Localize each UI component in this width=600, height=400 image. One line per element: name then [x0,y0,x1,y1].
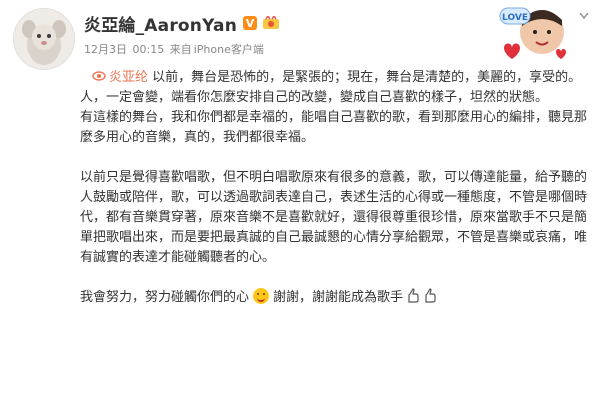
paragraph-5-part-a: 我會努力，努力碰觸你們的心 [80,290,250,305]
thumbs-up-icon [408,288,419,303]
paragraph-3: 有這樣的舞台，我和你們都是幸福的，能唱自己喜歡的歌，看到那麼用心的編排，聽見那麼… [80,110,588,145]
avatar[interactable] [13,8,75,70]
post-time: 00:15 [132,43,165,56]
chevron-down-icon[interactable] [579,12,589,20]
thumbs-up-icon-2 [425,288,436,303]
paragraph-1: 炎亚纶 以前，舞台是恐怖的，是緊張的；現在，舞台是清楚的，美麗的，享受的。 [80,68,590,88]
sticker-text: LOVE [502,13,528,23]
source-prefix: 来自 [169,43,192,56]
paragraph-4: 以前只是覺得喜歡唱歌，但不明白唱歌原來有很多的意義，歌，可以傳達能量，給予聽的人… [80,170,588,265]
paragraph-1-text: 以前，舞台是恐怖的，是緊張的；現在，舞台是清楚的，美麗的，享受的。 [152,70,582,85]
post-meta: 12月3日 00:15 来自 iPhone客户端 [84,41,266,57]
paragraph-5: 我會努力，努力碰觸你們的心 謝謝，謝謝能成為歌手 [80,288,590,308]
eye-icon [92,71,106,81]
verified-icon[interactable]: V [243,16,258,30]
post-content: 炎亚纶 以前，舞台是恐怖的，是緊張的；現在，舞台是清楚的，美麗的，享受的。 人，… [80,68,590,308]
post-date[interactable]: 12月3日 [84,43,127,56]
paragraph-5-part-b: 謝謝，謝謝能成為歌手 [273,290,404,305]
weibo-post: 炎亞綸_AaronYan V 12月3日 00:15 来自 iPhone客户端 L… [0,0,600,400]
smile-emoji-icon [253,288,270,304]
post-source[interactable]: iPhone客户端 [194,43,264,56]
mention-link[interactable]: 炎亚纶 [109,70,148,85]
avatar-image [14,9,74,69]
paragraph-2: 人，一定會變，端看你怎麼安排自己的改變，變成自己喜歡的樣子，坦然的狀態。 [80,90,549,105]
user-name[interactable]: 炎亞綸_AaronYan [84,11,237,36]
user-name-row: 炎亞綸_AaronYan V [84,11,280,36]
love-sticker: LOVE [499,7,566,59]
medal-icon[interactable] [262,16,280,30]
